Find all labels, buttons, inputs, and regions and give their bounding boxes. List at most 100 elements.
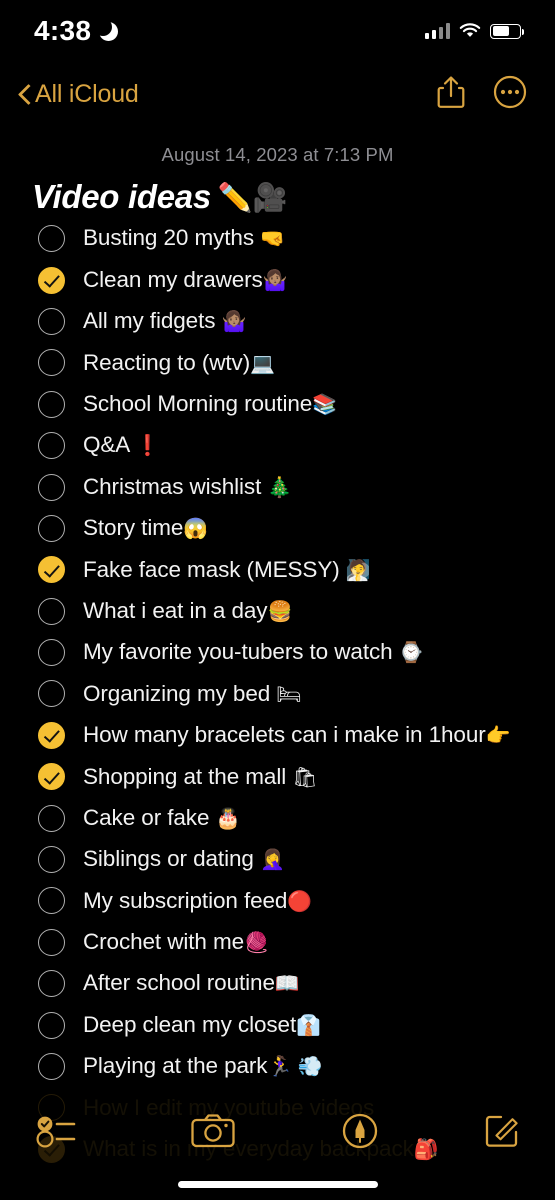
- checklist-row[interactable]: Fake face mask (MESSY) 🧖: [0, 549, 555, 590]
- checkbox-unchecked[interactable]: [38, 432, 65, 460]
- checklist-item-label: Christmas wishlist 🎄: [83, 473, 293, 499]
- checklist-item-label: School Morning routine📚: [83, 391, 337, 416]
- checklist-item-emoji: 🍔: [267, 600, 293, 623]
- checklist-row[interactable]: How many bracelets can i make in 1hour👉: [0, 715, 555, 756]
- checklist-item-emoji: 📚: [312, 394, 337, 416]
- checklist-item-label: All my fidgets 🤷🏽‍♀️: [83, 308, 247, 334]
- more-circle-icon[interactable]: [493, 75, 527, 114]
- checklist-row[interactable]: Playing at the park🏃‍♀️ 💨: [0, 1046, 555, 1087]
- navigation-actions: [435, 74, 527, 115]
- status-bar-left: 4:38: [34, 15, 119, 47]
- compose-icon[interactable]: [483, 1112, 521, 1155]
- checklist-item-emoji: 🛍: [292, 766, 318, 789]
- checklist-row[interactable]: Siblings or dating 🤦‍♀️: [0, 839, 555, 880]
- note-title-emoji: ✏️🎥: [217, 181, 288, 213]
- markup-pen-icon[interactable]: [341, 1112, 379, 1155]
- checklist-item-emoji: 🧖: [345, 559, 371, 582]
- checkbox-unchecked[interactable]: [38, 846, 65, 874]
- checkbox-checked[interactable]: [38, 763, 65, 791]
- checklist-item-label: My subscription feed🔴: [83, 887, 313, 913]
- wifi-icon: [459, 23, 481, 39]
- note-title: Video ideas ✏️🎥: [32, 178, 287, 216]
- checkbox-unchecked[interactable]: [38, 597, 65, 625]
- checkbox-unchecked[interactable]: [38, 1053, 65, 1080]
- checklist-row[interactable]: Shopping at the mall 🛍: [0, 756, 555, 797]
- checklist-item-emoji: 👉: [485, 725, 511, 748]
- checklist-row[interactable]: Organizing my bed 🛏: [0, 673, 555, 714]
- checkbox-unchecked[interactable]: [38, 225, 65, 253]
- checklist-row[interactable]: Christmas wishlist 🎄: [0, 466, 555, 507]
- battery-icon: [490, 23, 525, 39]
- checklist-item-emoji: 📖: [274, 973, 300, 996]
- checklist-item-emoji: 🎂: [215, 807, 241, 830]
- checkbox-unchecked[interactable]: [38, 639, 65, 667]
- checklist-row[interactable]: What i eat in a day🍔: [0, 591, 555, 632]
- checklist-row[interactable]: My subscription feed🔴: [0, 880, 555, 921]
- checkbox-unchecked[interactable]: [38, 680, 65, 708]
- checklist-item-label: Q&A ❗: [83, 432, 160, 458]
- checklist-item-emoji: 😱: [183, 518, 209, 541]
- checklist-row[interactable]: Busting 20 myths 🤜: [0, 218, 555, 259]
- checklist-item-emoji: 🤜: [260, 228, 285, 251]
- checkbox-unchecked[interactable]: [38, 928, 65, 956]
- checklist-row[interactable]: Clean my drawers🤷🏽‍♀️: [0, 259, 555, 300]
- navigation-bar: All iCloud: [0, 66, 555, 122]
- checklist-item-label: What i eat in a day🍔: [83, 597, 293, 623]
- checklist-row[interactable]: After school routine📖: [0, 963, 555, 1004]
- checklist-row[interactable]: Reacting to (wtv)💻: [0, 342, 555, 383]
- note-timestamp: August 14, 2023 at 7:13 PM: [161, 144, 394, 165]
- checkbox-unchecked[interactable]: [38, 887, 65, 915]
- checkbox-unchecked[interactable]: [38, 307, 65, 335]
- status-bar-right: [424, 23, 525, 39]
- checkbox-checked[interactable]: [38, 721, 65, 749]
- checklist-item-emoji: 🧶: [244, 932, 269, 955]
- checkbox-checked[interactable]: [38, 556, 65, 584]
- checkbox-unchecked[interactable]: [38, 1011, 65, 1039]
- checklist-row[interactable]: School Morning routine📚: [0, 384, 555, 425]
- back-button-label: All iCloud: [35, 79, 139, 108]
- checklist-item-emoji: ❗: [135, 435, 160, 458]
- checklist-row[interactable]: Crochet with me🧶: [0, 922, 555, 963]
- checklist-item-emoji: 🏃‍♀️ 💨: [267, 1056, 323, 1079]
- checklist-item-emoji: 🤦‍♀️: [259, 849, 285, 872]
- status-bar: 4:38: [0, 0, 555, 62]
- checklist: Busting 20 myths 🤜 Clean my drawers🤷🏽‍♀️ A…: [0, 218, 555, 1170]
- bottom-toolbar: [0, 1104, 555, 1162]
- checklist-item-emoji: 💻: [250, 352, 275, 375]
- back-to-all-icloud-button[interactable]: All iCloud: [16, 80, 139, 109]
- checklist-row[interactable]: Cake or fake 🎂: [0, 797, 555, 838]
- checkbox-checked[interactable]: [38, 266, 65, 294]
- checklist-row[interactable]: Q&A ❗: [0, 425, 555, 466]
- checklist-item-label: Siblings or dating 🤦‍♀️: [83, 846, 285, 872]
- checklist-item-label: After school routine📖: [83, 970, 300, 996]
- checklist-item-emoji: 👔: [296, 1014, 321, 1037]
- checklist-item-emoji: 🤷🏽‍♀️: [262, 269, 288, 292]
- checklist-item-label: Story time😱: [83, 515, 209, 541]
- checklist-row[interactable]: Deep clean my closet👔: [0, 1004, 555, 1045]
- checklist-item-label: Deep clean my closet👔: [83, 1011, 321, 1037]
- checkbox-unchecked[interactable]: [38, 804, 65, 832]
- checklist-row[interactable]: My favorite you-tubers to watch ⌚: [0, 632, 555, 673]
- home-indicator: [177, 1181, 378, 1188]
- checklist-item-label: Shopping at the mall 🛍: [83, 763, 318, 789]
- camera-icon[interactable]: [190, 1113, 236, 1154]
- checklist-row[interactable]: All my fidgets 🤷🏽‍♀️: [0, 301, 555, 342]
- checklist-item-label: Playing at the park🏃‍♀️ 💨: [83, 1053, 323, 1079]
- checklist-item-emoji: ⌚: [398, 642, 424, 665]
- checkbox-unchecked[interactable]: [38, 473, 65, 501]
- note-title-text: Video ideas: [32, 178, 211, 215]
- checklist-row[interactable]: Story time😱: [0, 508, 555, 549]
- checklist-item-emoji: 🔴: [287, 890, 313, 913]
- checkbox-unchecked[interactable]: [38, 390, 65, 418]
- checkbox-unchecked[interactable]: [38, 349, 65, 377]
- checklist-item-label: Reacting to (wtv)💻: [83, 349, 275, 375]
- checklist-item-label: Clean my drawers🤷🏽‍♀️: [83, 266, 288, 292]
- checkbox-unchecked[interactable]: [38, 514, 65, 542]
- checkbox-unchecked[interactable]: [38, 970, 65, 998]
- share-icon[interactable]: [435, 74, 467, 115]
- checklist-item-label: Organizing my bed 🛏: [83, 680, 302, 706]
- checklist-item-label: My favorite you-tubers to watch ⌚: [83, 639, 424, 665]
- chevron-left-icon: [16, 86, 32, 102]
- status-bar-clock: 4:38: [34, 15, 92, 46]
- checklist-icon[interactable]: [34, 1113, 86, 1154]
